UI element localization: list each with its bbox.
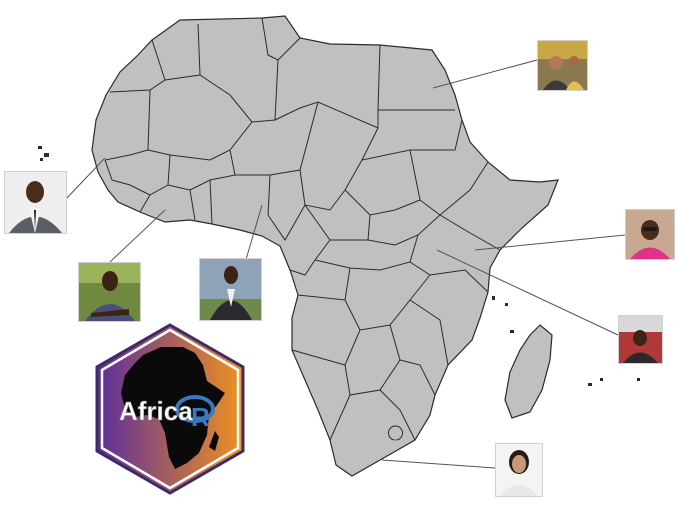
pointer-egypt <box>432 59 538 89</box>
person-photo-icon <box>200 259 261 320</box>
profile-kenya <box>625 209 675 260</box>
profile-south-africa <box>495 443 543 497</box>
africar-logo: Africa R <box>95 323 245 495</box>
person-photo-icon <box>5 172 66 233</box>
pointer-south-africa <box>381 459 496 469</box>
profile-egypt <box>537 40 588 91</box>
person-photo-icon <box>538 41 587 90</box>
profile-uganda <box>618 315 663 364</box>
pointer-senegal <box>64 157 106 201</box>
profile-ghana <box>78 262 141 322</box>
person-photo-icon <box>79 263 140 321</box>
person-photo-icon <box>619 316 662 363</box>
logo-r-letter: R <box>191 402 210 432</box>
madagascar <box>504 324 553 419</box>
person-photo-icon <box>496 444 542 496</box>
profile-senegal <box>4 171 67 234</box>
person-photo-icon <box>626 210 674 259</box>
pointer-ghana <box>109 209 166 263</box>
profile-nigeria <box>199 258 262 321</box>
logo-text: Africa <box>119 396 193 426</box>
